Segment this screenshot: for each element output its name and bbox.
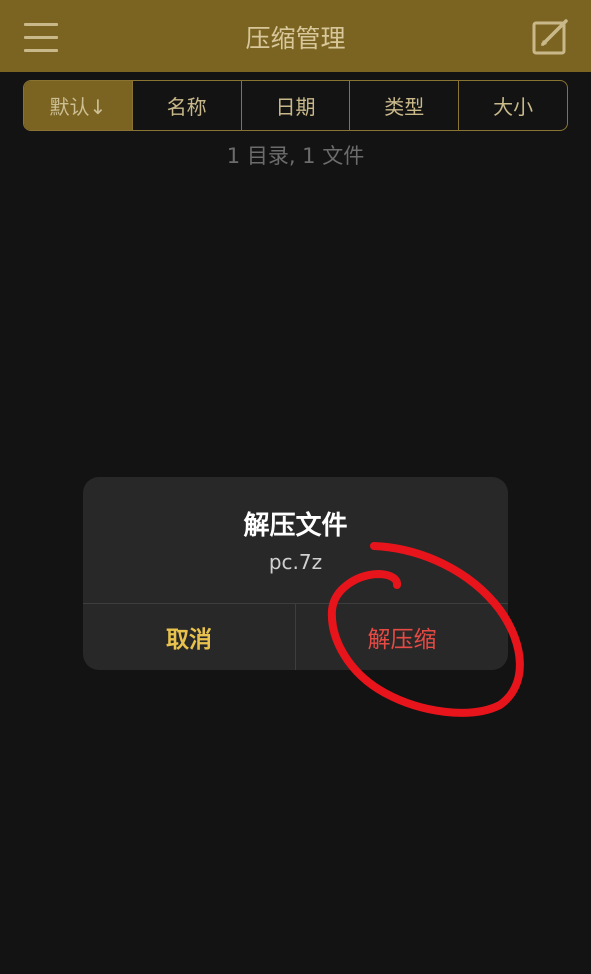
- page-title: 压缩管理: [245, 24, 346, 53]
- menu-line-2: [24, 36, 58, 39]
- extract-alert-dialog: 解压文件 pc.7z 取消 解压缩: [83, 477, 508, 670]
- sort-segmented-control: 默认↓ 名称 日期 类型 大小: [23, 80, 568, 131]
- hamburger-menu-icon[interactable]: [22, 21, 60, 55]
- top-navigation-bar: 压缩管理: [0, 0, 591, 72]
- sort-tab-date[interactable]: 日期: [240, 81, 350, 130]
- app-screen: 压缩管理 默认↓ 名称 日期 类型 大小 1 目录, 1 文件 解压文件 pc.…: [0, 0, 591, 974]
- directory-summary: 1 目录, 1 文件: [226, 144, 365, 168]
- extract-button[interactable]: 解压缩: [296, 604, 508, 670]
- sort-tab-type[interactable]: 类型: [349, 81, 458, 130]
- menu-line-3: [24, 49, 58, 52]
- sort-tab-name[interactable]: 名称: [131, 81, 241, 130]
- cancel-button[interactable]: 取消: [83, 604, 295, 670]
- dialog-filename: pc.7z: [268, 550, 323, 574]
- dialog-title: 解压文件: [243, 511, 348, 541]
- compose-edit-icon[interactable]: [530, 18, 570, 58]
- sort-tab-size[interactable]: 大小: [458, 81, 567, 130]
- menu-line-1: [24, 23, 58, 26]
- sort-tab-default[interactable]: 默认↓: [24, 81, 132, 130]
